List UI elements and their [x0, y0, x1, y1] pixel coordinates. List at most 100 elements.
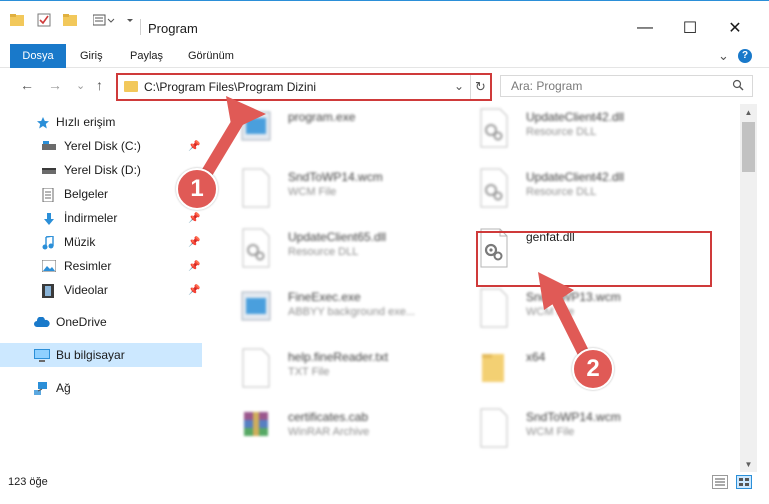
drive-icon	[42, 164, 56, 176]
address-dropdown-button[interactable]: ⌄	[454, 79, 464, 93]
music-icon	[42, 235, 56, 250]
file-name: SndToWP14.wcm	[526, 410, 621, 424]
tab-view[interactable]: Görünüm	[188, 44, 234, 68]
sidebar-item-network[interactable]: Ağ	[0, 376, 202, 400]
help-button[interactable]: ?	[738, 49, 752, 63]
list-item[interactable]: UpdateClient65.dll Resource DLL	[220, 222, 460, 278]
scroll-up-icon[interactable]: ▲	[740, 104, 757, 120]
file-name: UpdateClient42.dll	[526, 110, 625, 124]
file-type: Resource DLL	[526, 186, 597, 198]
tab-home[interactable]: Giriş	[80, 44, 103, 68]
sidebar-item-label: Hızlı erişim	[56, 115, 116, 129]
ribbon-tabs: Dosya Giriş Paylaş Görünüm ⌄ ?	[0, 44, 769, 68]
drive-icon	[42, 140, 56, 152]
dll-icon	[240, 228, 272, 268]
sidebar-item-drive-d[interactable]: Yerel Disk (D:)	[0, 158, 202, 182]
step-marker-1: 1	[176, 168, 218, 210]
file-name: x64	[526, 350, 546, 364]
documents-icon	[42, 187, 56, 203]
star-icon	[36, 116, 50, 129]
list-item[interactable]: SndToWP14.wcm WCM File	[220, 162, 460, 218]
sidebar-item-this-pc[interactable]: Bu bilgisayar	[0, 343, 202, 367]
folder-icon	[10, 11, 24, 29]
search-placeholder: Ara: Program	[511, 79, 583, 93]
recent-locations-button[interactable]: ⌄	[76, 79, 85, 92]
list-item[interactable]: UpdateClient42.dll Resource DLL	[458, 104, 698, 158]
file-icon	[478, 408, 510, 448]
sidebar-item-label: Ağ	[56, 381, 71, 395]
quick-access-dropdown-icon[interactable]	[124, 11, 136, 29]
exe-icon	[240, 288, 272, 328]
title-bar: Program — ☐ ✕	[0, 0, 769, 44]
dll-icon	[478, 168, 510, 208]
sidebar-item-downloads[interactable]: İndirmeler 📌	[0, 206, 202, 230]
scrollbar-thumb[interactable]	[742, 122, 755, 172]
download-icon	[42, 212, 56, 225]
address-row: ← → ⌄ ↑ C:\Program Files\Program Dizini …	[0, 68, 769, 104]
minimize-button[interactable]: —	[622, 13, 668, 43]
tab-share[interactable]: Paylaş	[130, 44, 163, 68]
sidebar-item-onedrive[interactable]: OneDrive	[0, 310, 202, 334]
scroll-down-icon[interactable]: ▼	[740, 456, 757, 472]
list-item[interactable]: certificates.cab WinRAR Archive	[220, 402, 460, 458]
file-name: UpdateClient65.dll	[288, 230, 387, 244]
close-button[interactable]: ✕	[712, 13, 758, 43]
exe-icon	[240, 108, 272, 148]
search-icon	[732, 79, 744, 94]
sidebar-item-quick-access[interactable]: Hızlı erişim	[0, 110, 202, 134]
refresh-button[interactable]: ↻	[470, 75, 490, 99]
properties-icon[interactable]	[36, 11, 52, 29]
ribbon-expand-button[interactable]: ⌄	[718, 44, 729, 68]
sidebar-item-label: Videolar	[64, 283, 108, 297]
up-button[interactable]: ↑	[96, 77, 103, 93]
file-icon	[240, 168, 272, 208]
details-view-icon[interactable]	[712, 475, 728, 489]
file-name: SndToWP13.wcm	[526, 290, 621, 304]
list-item[interactable]: SndToWP14.wcm WCM File	[458, 402, 698, 458]
tab-file[interactable]: Dosya	[10, 44, 66, 68]
maximize-button[interactable]: ☐	[667, 13, 713, 43]
sidebar-item-pictures[interactable]: Resimler 📌	[0, 254, 202, 278]
pin-icon[interactable]: 📌	[188, 141, 200, 152]
tiles-view-icon[interactable]	[736, 475, 752, 489]
network-icon	[34, 382, 48, 395]
file-name: certificates.cab	[288, 410, 369, 424]
archive-icon	[240, 408, 272, 448]
sidebar-item-drive-c[interactable]: Yerel Disk (C:) 📌	[0, 134, 202, 158]
back-button[interactable]: ←	[20, 77, 34, 93]
item-count: 123 öğe	[8, 476, 48, 488]
pin-icon[interactable]: 📌	[188, 285, 200, 296]
window-title: Program	[148, 21, 198, 36]
file-type: ABBYY background exe...	[288, 306, 415, 318]
file-type: WCM File	[526, 426, 575, 438]
sidebar-item-label: OneDrive	[56, 315, 107, 329]
pin-icon[interactable]: 📌	[188, 261, 200, 272]
list-item[interactable]: UpdateClient42.dll Resource DLL	[458, 162, 698, 218]
sidebar-item-documents[interactable]: Belgeler 📌	[0, 182, 202, 206]
list-item[interactable]: FineExec.exe ABBYY background exe...	[220, 282, 460, 338]
address-path[interactable]: C:\Program Files\Program Dizini	[144, 80, 316, 94]
list-item[interactable]: SndToWP13.wcm WCM File	[458, 282, 698, 338]
file-type: WCM File	[288, 186, 337, 198]
file-type: Resource DLL	[288, 246, 359, 258]
customize-toolbar-icon[interactable]	[92, 11, 116, 29]
pin-icon[interactable]: 📌	[188, 213, 200, 224]
file-icon	[478, 288, 510, 328]
file-name: FineExec.exe	[288, 290, 361, 304]
genfat-highlight-box	[476, 231, 712, 287]
sidebar-item-label: Yerel Disk (C:)	[64, 139, 141, 153]
forward-button[interactable]: →	[48, 77, 62, 93]
pin-icon[interactable]: 📌	[188, 237, 200, 248]
sidebar-item-videos[interactable]: Videolar 📌	[0, 278, 202, 302]
list-item[interactable]: program.exe	[220, 104, 460, 158]
address-bar[interactable]: C:\Program Files\Program Dizini ⌄ ↻	[116, 73, 492, 101]
list-item[interactable]: help.fineReader.txt TXT File	[220, 342, 460, 398]
status-bar: 123 öğe	[0, 472, 769, 494]
file-icon	[240, 348, 272, 388]
new-folder-icon[interactable]	[62, 11, 78, 29]
title-separator	[140, 19, 141, 35]
search-input[interactable]: Ara: Program	[500, 75, 753, 97]
sidebar-item-label: Bu bilgisayar	[56, 348, 125, 362]
sidebar-item-music[interactable]: Müzik 📌	[0, 230, 202, 254]
vertical-scrollbar[interactable]: ▲ ▼	[740, 104, 757, 472]
